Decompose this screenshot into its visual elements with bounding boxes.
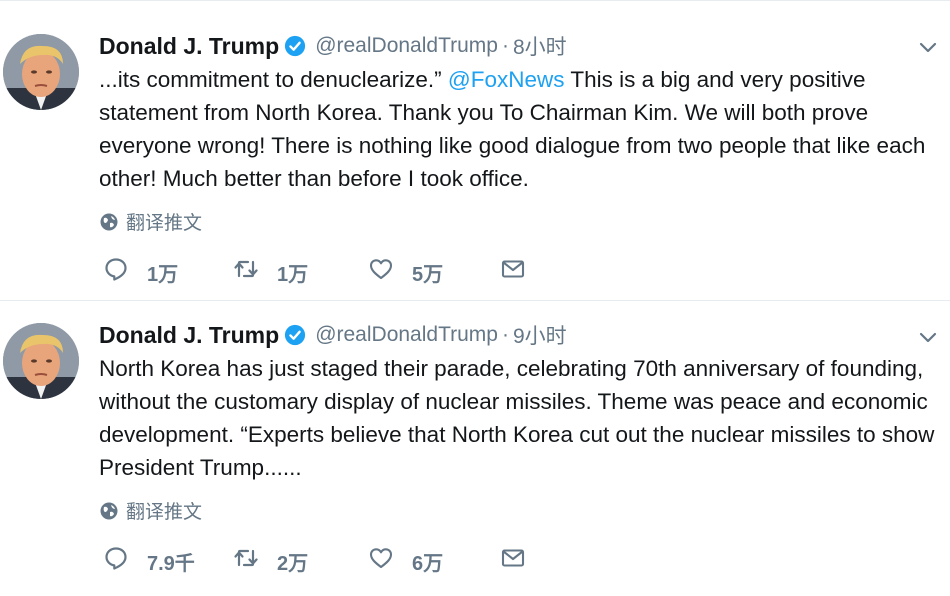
- reply-icon: [103, 545, 129, 577]
- reply-button[interactable]: 7.9千: [103, 545, 233, 577]
- like-button[interactable]: 5万: [368, 256, 500, 288]
- tweet-text-before: ...its commitment to denuclearize.”: [99, 67, 448, 92]
- translate-tweet-link[interactable]: 翻译推文: [99, 208, 202, 235]
- like-count: 5万: [412, 263, 444, 286]
- tweet-actions: 7.9千 2万 6万: [103, 546, 540, 576]
- like-count: 6万: [412, 552, 444, 575]
- verified-badge-icon: [284, 35, 306, 57]
- reply-icon: [103, 256, 129, 288]
- author-name[interactable]: Donald J. Trump: [99, 322, 279, 349]
- tweet-header: Donald J. Trump @realDonaldTrump · 8小时: [99, 29, 567, 63]
- translate-tweet-link[interactable]: 翻译推文: [99, 497, 202, 524]
- mention-link[interactable]: @FoxNews: [448, 67, 565, 92]
- reply-button[interactable]: 1万: [103, 256, 233, 288]
- heart-icon: [368, 545, 394, 577]
- author-handle[interactable]: @realDonaldTrump: [315, 34, 498, 58]
- retweet-icon: [233, 545, 259, 577]
- avatar[interactable]: [3, 34, 79, 110]
- globe-icon: [99, 501, 119, 521]
- envelope-icon: [500, 545, 526, 577]
- verified-badge-icon: [284, 324, 306, 346]
- reply-count: 1万: [147, 263, 179, 286]
- retweet-icon: [233, 256, 259, 288]
- tweet-text: North Korea has just staged their parade…: [99, 352, 944, 484]
- globe-icon: [99, 212, 119, 232]
- retweet-count: 1万: [277, 263, 309, 286]
- tweet-header: Donald J. Trump @realDonaldTrump · 9小时: [99, 318, 567, 352]
- tweet-text: ...its commitment to denuclearize.” @Fox…: [99, 63, 944, 195]
- heart-icon: [368, 256, 394, 288]
- tweet-actions: 1万 1万 5万: [103, 257, 540, 287]
- separator-dot: ·: [501, 323, 509, 346]
- tweet-text-before: North Korea has just staged their parade…: [99, 356, 935, 480]
- chevron-down-icon[interactable]: [918, 327, 938, 347]
- reply-count: 7.9千: [147, 552, 195, 575]
- retweet-button[interactable]: 1万: [233, 256, 368, 288]
- tweet[interactable]: Donald J. Trump @realDonaldTrump · 8小时 .…: [0, 0, 950, 300]
- translate-label: 翻译推文: [126, 502, 203, 523]
- direct-message-button[interactable]: [500, 256, 540, 288]
- like-button[interactable]: 6万: [368, 545, 500, 577]
- translate-label: 翻译推文: [126, 213, 203, 234]
- retweet-count: 2万: [277, 552, 309, 575]
- direct-message-button[interactable]: [500, 545, 540, 577]
- tweet-timestamp[interactable]: 8小时: [513, 31, 567, 61]
- avatar[interactable]: [3, 323, 79, 399]
- timeline: Donald J. Trump @realDonaldTrump · 8小时 .…: [0, 0, 950, 596]
- retweet-button[interactable]: 2万: [233, 545, 368, 577]
- author-handle[interactable]: @realDonaldTrump: [315, 323, 498, 347]
- separator-dot: ·: [501, 34, 509, 57]
- tweet-timestamp[interactable]: 9小时: [513, 320, 567, 350]
- envelope-icon: [500, 256, 526, 288]
- tweet[interactable]: Donald J. Trump @realDonaldTrump · 9小时 N…: [0, 300, 950, 596]
- author-name[interactable]: Donald J. Trump: [99, 33, 279, 60]
- chevron-down-icon[interactable]: [918, 37, 938, 57]
